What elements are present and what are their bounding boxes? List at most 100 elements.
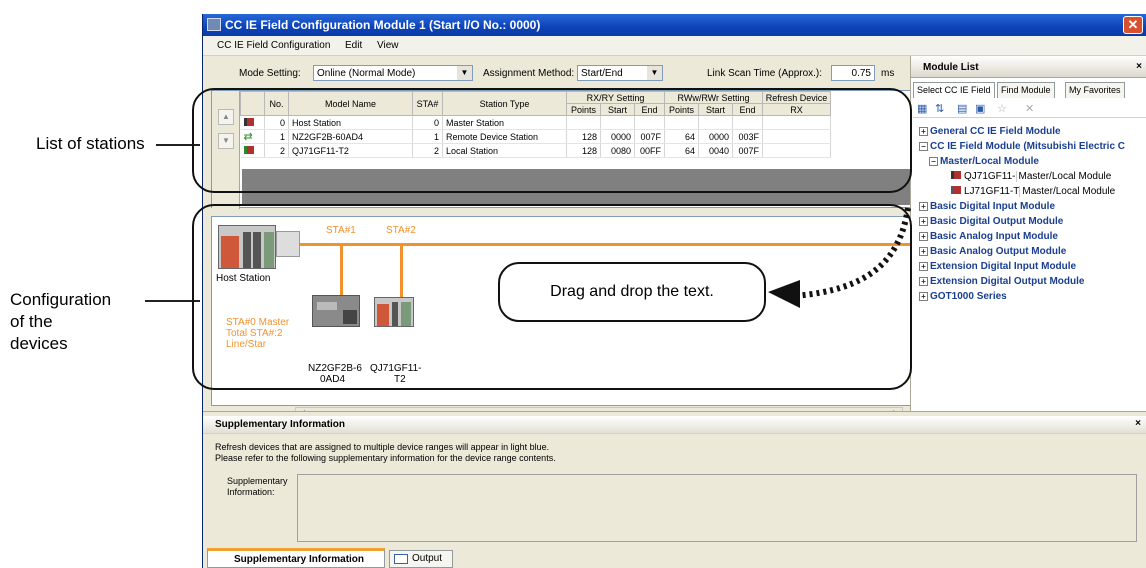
station-icon: [240, 115, 265, 130]
tab-find-module[interactable]: Find Module: [997, 82, 1055, 98]
close-icon[interactable]: ×: [1135, 418, 1141, 429]
annotation-configuration-line3: devices: [10, 334, 68, 353]
supplementary-title: Supplementary Information: [215, 419, 346, 430]
cell-rx-points: 128: [566, 129, 601, 144]
tab-select-cc-ie-field[interactable]: Select CC IE Field: [913, 82, 995, 98]
sta2-label: STA#2: [386, 225, 416, 236]
nz2gf2b-device[interactable]: [312, 295, 360, 327]
cell-rx-start: 0000: [600, 129, 635, 144]
device1-label-line1: NZ2GF2B-6: [308, 363, 362, 374]
table-row[interactable]: ⇄ 1 NZ2GF2B-60AD4 1 Remote Device Statio…: [240, 129, 831, 144]
tree-extension-digital-output[interactable]: + Extension Digital Output Module: [919, 276, 1084, 287]
qj71gf11-device[interactable]: [374, 297, 414, 327]
menu-edit[interactable]: Edit: [345, 40, 362, 51]
tree-item-qj71gf11[interactable]: QJ71GF11- Master/Local Module: [951, 171, 1112, 182]
menu-cc-ie-field-configuration[interactable]: CC IE Field Configuration: [217, 40, 330, 51]
table-row[interactable]: 2 QJ71GF11-T2 2 Local Station 128 0080 0…: [240, 143, 831, 158]
supplementary-header: Supplementary Information ×: [203, 416, 1146, 434]
title-bar[interactable]: CC IE Field Configuration Module 1 (Star…: [203, 14, 1146, 36]
tree-basic-digital-input[interactable]: + Basic Digital Input Module: [919, 201, 1055, 212]
supplementary-field-label2: Information:: [227, 487, 275, 497]
header-rw-end: End: [732, 103, 763, 116]
tree-cc-ie-field-mitsubishi[interactable]: − CC IE Field Module (Mitsubishi Electric…: [919, 141, 1125, 152]
tab-supplementary-information[interactable]: Supplementary Information: [207, 548, 385, 568]
cell-rw-end: [732, 115, 763, 130]
device2-label-line2: T2: [394, 374, 406, 385]
menu-view[interactable]: View: [377, 40, 399, 51]
mode-setting-label: Mode Setting:: [239, 68, 301, 79]
tree-extension-digital-input[interactable]: + Extension Digital Input Module: [919, 261, 1076, 272]
view-icon[interactable]: ▣: [975, 102, 985, 115]
assignment-method-value: Start/End: [581, 68, 623, 79]
cell-refresh: [762, 115, 831, 130]
cell-rx-points: [566, 115, 601, 130]
header-sta: STA#: [412, 91, 443, 116]
cell-sta: 1: [412, 129, 443, 144]
drop-line-sta1: [340, 245, 343, 297]
cell-rx-start: 0080: [600, 143, 635, 158]
cell-rx-end: 00FF: [634, 143, 665, 158]
station-icon: [240, 143, 265, 158]
filter-icon[interactable]: ▤: [957, 102, 967, 115]
cell-rx-points: 128: [566, 143, 601, 158]
header-rx-start: Start: [600, 103, 635, 116]
drag-arrow-icon: [768, 207, 911, 308]
tree-master-local[interactable]: − Master/Local Module: [929, 156, 1039, 167]
module-list-toolbar: ▦ ⇅ ▤ ▣ ☆ ✕: [913, 100, 1146, 118]
annotation-configuration-line1: Configuration: [10, 290, 112, 309]
tree-item-lj71gf11[interactable]: LJ71GF11-T Master/Local Module: [951, 186, 1116, 197]
cell-model: NZ2GF2B-60AD4: [288, 129, 413, 144]
tab-output[interactable]: Output: [389, 550, 453, 568]
cell-rw-start: 0040: [698, 143, 733, 158]
network-info-line2: Total STA#:2: [226, 328, 283, 339]
cell-refresh: [762, 143, 831, 158]
move-up-button[interactable]: ▲: [218, 109, 234, 125]
output-icon: [394, 554, 408, 564]
tree-basic-analog-input[interactable]: + Basic Analog Input Module: [919, 231, 1058, 242]
network-info-line3: Line/Star: [226, 339, 267, 350]
mode-setting-value: Online (Normal Mode): [317, 68, 416, 79]
header-rxry-setting: RX/RY Setting: [566, 91, 665, 104]
cell-rw-start: [698, 115, 733, 130]
header-refresh-rx: RX: [762, 103, 831, 116]
menu-bar: CC IE Field Configuration Edit View: [203, 36, 1146, 56]
supplementary-line1: Refresh devices that are assigned to mul…: [215, 442, 550, 452]
close-icon[interactable]: ×: [1136, 61, 1142, 72]
annotation-list-of-stations: List of stations: [36, 134, 145, 153]
cell-rw-points: 64: [664, 129, 699, 144]
header-station-type: Station Type: [442, 91, 567, 116]
tree-got1000-series[interactable]: + GOT1000 Series: [919, 291, 1007, 302]
assignment-method-select[interactable]: Start/End ▼: [577, 65, 663, 81]
module-list-pane: Module List × Select CC IE Field Find Mo…: [910, 56, 1146, 411]
station-table: No. Model Name STA# Station Type RX/RY S…: [240, 91, 831, 158]
cell-no: 2: [264, 143, 289, 158]
tree-basic-digital-output[interactable]: + Basic Digital Output Module: [919, 216, 1063, 227]
cell-rw-points: 64: [664, 143, 699, 158]
cell-sta: 0: [412, 115, 443, 130]
tree-general-cc-ie-field[interactable]: + General CC IE Field Module: [919, 126, 1061, 137]
sort-icon[interactable]: ▦: [917, 102, 927, 115]
host-station-device[interactable]: [218, 225, 276, 269]
header-rw-points: Points: [664, 103, 699, 116]
window-title: CC IE Field Configuration Module 1 (Star…: [225, 18, 541, 32]
cell-refresh: [762, 129, 831, 144]
cell-rw-start: 0000: [698, 129, 733, 144]
chevron-down-icon: ▼: [457, 66, 472, 80]
drag-drop-callout: Drag and drop the text.: [498, 262, 766, 322]
table-row[interactable]: 0 Host Station 0 Master Station: [240, 115, 831, 130]
station-icon: ⇄: [240, 129, 265, 144]
cell-no: 0: [264, 115, 289, 130]
close-button[interactable]: ✕: [1123, 16, 1143, 34]
supplementary-text-area[interactable]: [297, 474, 1137, 542]
cell-rx-start: [600, 115, 635, 130]
annotation-configuration-line2: of the: [10, 312, 53, 331]
header-rw-start: Start: [698, 103, 733, 116]
tab-my-favorites[interactable]: My Favorites: [1065, 82, 1125, 98]
sort-az-icon[interactable]: ⇅: [935, 102, 944, 115]
mode-setting-select[interactable]: Online (Normal Mode) ▼: [313, 65, 473, 81]
module-list-header: Module List ×: [911, 56, 1146, 78]
link-scan-time-label: Link Scan Time (Approx.):: [707, 68, 823, 79]
link-scan-time-unit: ms: [881, 68, 895, 79]
tree-basic-analog-output[interactable]: + Basic Analog Output Module: [919, 246, 1066, 257]
move-down-button[interactable]: ▼: [218, 133, 234, 149]
